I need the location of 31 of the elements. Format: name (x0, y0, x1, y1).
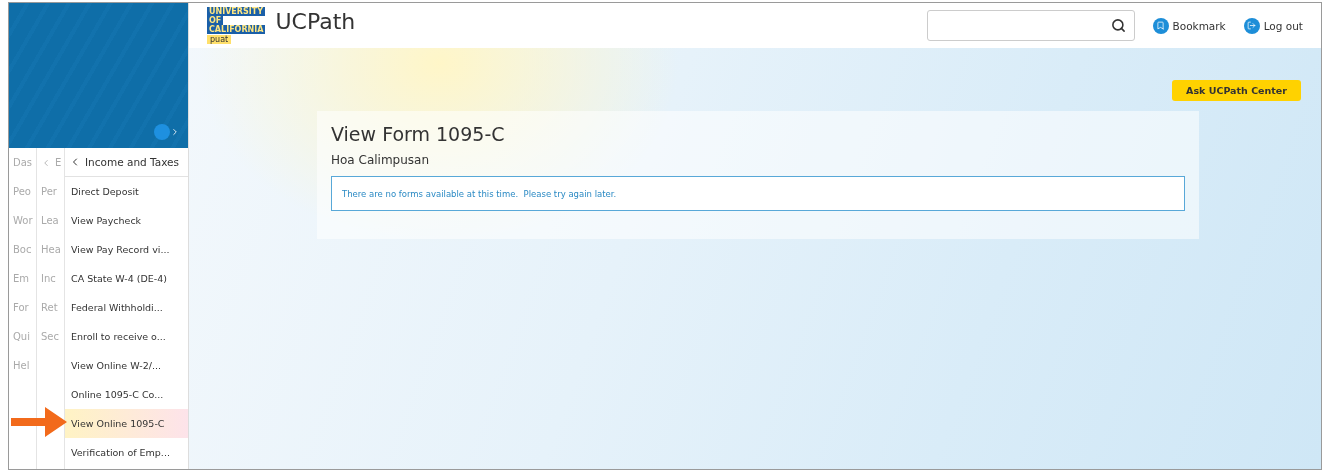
menu-item[interactable]: Online 1095-C Co... (65, 380, 188, 409)
logout-link[interactable]: Log out (1243, 17, 1303, 34)
bookmark-icon (1152, 17, 1169, 34)
ask-center-button[interactable]: Ask UCPath Center (1172, 80, 1301, 101)
menu-item[interactable]: View Online 1095-C (65, 409, 188, 438)
logo-text: UNIVERSITY (207, 7, 265, 16)
menu-header: Income and Taxes (85, 156, 179, 168)
menu-item[interactable]: View Online W-2/... (65, 351, 188, 380)
menu-header: E (55, 157, 62, 168)
menu-item[interactable]: View Pay Record vi... (65, 235, 188, 264)
menu-item[interactable]: CA State W-4 (DE-4) (65, 264, 188, 293)
menu-item[interactable]: Direct Deposit (65, 177, 188, 206)
back-icon[interactable] (41, 157, 51, 168)
bookmark-link[interactable]: Bookmark (1152, 17, 1226, 34)
menu-item[interactable]: Federal Withholdi... (65, 293, 188, 322)
toggle-icon[interactable] (154, 124, 180, 140)
logo-text: CALIFORNIA (207, 25, 266, 34)
menu-item[interactable]: View Paycheck (65, 206, 188, 235)
info-message: There are no forms available at this time. Please try again later. (331, 176, 1185, 211)
logo-text: OF (207, 16, 224, 25)
menu-item[interactable]: Enroll to receive o... (65, 322, 188, 351)
search-field[interactable] (926, 10, 1135, 41)
employee-name: Hoa Calimpusan (331, 153, 431, 167)
app-title: UCPath (275, 9, 356, 34)
page-title: View Form 1095-C (331, 123, 506, 145)
arrow-icon (11, 407, 67, 437)
logout-icon (1243, 17, 1260, 34)
environment-badge: puat (207, 35, 232, 44)
search-icon (1110, 18, 1126, 33)
menu-header: Das (13, 157, 33, 168)
menu-item[interactable]: Verification of Emp... (65, 438, 188, 467)
